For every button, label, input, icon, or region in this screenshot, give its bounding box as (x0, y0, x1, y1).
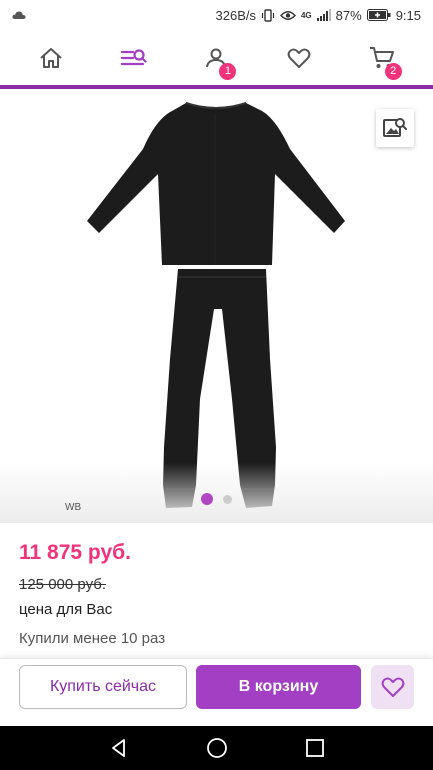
battery-percent: 87% (335, 7, 362, 23)
favorite-button[interactable] (371, 665, 414, 709)
status-left (12, 10, 216, 20)
cloud-icon (12, 11, 26, 19)
status-right: 326B/s 4G 87% 9:15 (216, 8, 422, 23)
buy-now-button[interactable]: Купить сейчас (19, 665, 187, 709)
photo-search-button[interactable] (376, 109, 414, 147)
nav-home[interactable] (29, 36, 73, 80)
current-price: 11 875 руб. (19, 541, 131, 564)
product-image (87, 102, 345, 508)
signal-icon (316, 9, 331, 21)
network-type: 4G (300, 10, 312, 20)
gallery-dot[interactable] (223, 494, 232, 504)
old-price: 125 000 руб. (19, 576, 106, 593)
recents-icon[interactable] (305, 738, 325, 758)
heart-icon (287, 48, 311, 68)
system-nav (0, 726, 433, 770)
heart-icon (381, 677, 404, 697)
catalog-search-icon (120, 48, 147, 65)
profile-badge: 1 (219, 62, 237, 80)
cart-badge: 2 (384, 62, 402, 80)
action-bar: Купить сейчас В корзину (0, 658, 433, 726)
image-search-icon (383, 118, 407, 137)
back-icon[interactable] (109, 738, 129, 758)
home-circle-icon[interactable] (206, 737, 228, 759)
gallery-dot-active[interactable] (201, 493, 213, 505)
price-note: цена для Вас (19, 601, 113, 618)
status-bar: 326B/s 4G 87% 9:15 (0, 0, 433, 30)
clock: 9:15 (395, 7, 421, 23)
nav-catalog[interactable] (112, 36, 156, 80)
nav-profile[interactable]: 1 (194, 36, 238, 80)
home-icon (40, 47, 62, 68)
brand-tag: WB (65, 502, 82, 513)
product-gallery[interactable]: WB (0, 89, 433, 523)
vibrate-icon (261, 8, 275, 22)
nav-favorites[interactable] (277, 36, 321, 80)
top-nav: 1 2 (0, 30, 433, 85)
bought-count: Купили менее 10 раз (19, 630, 166, 647)
nav-cart[interactable]: 2 (360, 36, 404, 80)
eye-icon (280, 10, 296, 20)
battery-icon (366, 9, 391, 21)
product-info: 11 875 руб. 125 000 руб. цена для Вас Ку… (0, 523, 433, 658)
add-to-cart-button[interactable]: В корзину (196, 665, 361, 709)
network-speed: 326B/s (215, 7, 256, 23)
